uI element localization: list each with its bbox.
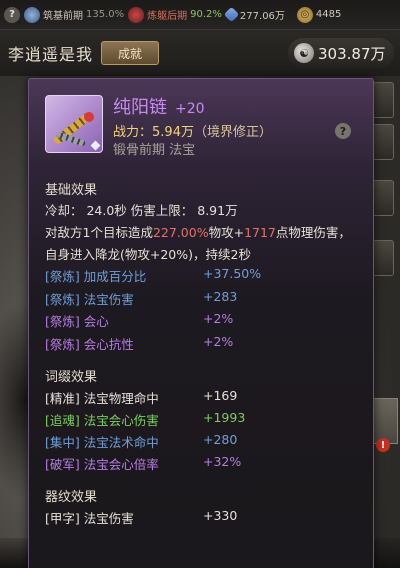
desc-number: 1717 (244, 225, 276, 240)
affix-value: +169 (203, 388, 238, 403)
stone-resource[interactable]: 277.06万 (223, 6, 285, 23)
affix-tag: [破军] 法宝会心倍率 (45, 457, 159, 472)
stone-count: 277.06万 (239, 11, 285, 22)
realm2-percent: 90.2% (190, 9, 222, 20)
realm1-resource[interactable]: 筑基前期 135.0% (24, 6, 125, 23)
refine-value: +283 (203, 289, 238, 304)
desc-part: 物攻+ (208, 225, 245, 240)
pattern-effects-title: 器纹效果 (45, 490, 98, 505)
item-power: 战力：5.94万（境界修正） (113, 121, 272, 140)
help-icon[interactable]: ? (335, 123, 351, 139)
pattern-row: [甲字] 法宝伤害 +330 (45, 508, 357, 528)
resource-bar: ? 筑基前期 135.0% 炼躯后期 90.2% 277.06万 ◎ 4485 (0, 0, 400, 30)
refine-value: +2% (203, 311, 234, 326)
item-chain-icon (45, 95, 103, 153)
item-name: 纯阳链 (113, 97, 167, 118)
refine-tag: [祭炼] 会心抗性 (45, 337, 134, 352)
desc-part: 点物理伤害， (275, 225, 351, 240)
affix-row: [集中] 法宝法术命中 +280 (45, 432, 357, 452)
help-icon[interactable]: ? (4, 6, 20, 23)
body-icon (128, 6, 145, 23)
affix-row: [精准] 法宝物理命中 +169 (45, 388, 357, 408)
item-title: 纯阳链 +20 (113, 93, 205, 119)
yin-yang-icon: ☯ (294, 43, 314, 63)
item-tooltip: 纯阳链 +20 战力：5.94万（境界修正） 锻骨前期 法宝 ? 基础效果 冷却… (28, 78, 374, 568)
achievement-button[interactable]: 成就 (101, 41, 160, 65)
basic-effects-title: 基础效果 (45, 183, 98, 198)
refine-tag: [祭炼] 加成百分比 (45, 269, 147, 284)
affix-value: +1993 (203, 410, 246, 425)
realm2-resource[interactable]: 炼躯后期 90.2% (128, 6, 222, 23)
affix-value: +280 (203, 432, 238, 447)
refine-row: [祭炼] 会心抗性 +2% (45, 334, 357, 354)
coin-resource[interactable]: ◎ 4485 (296, 6, 342, 23)
player-header: 李逍遥是我 成就 ☯ 303.87万 (0, 30, 400, 76)
affix-value: +32% (203, 454, 242, 469)
affix-tag: [集中] 法宝法术命中 (45, 435, 159, 450)
refine-tag: [祭炼] 会心 (45, 314, 109, 329)
orb-icon (24, 6, 40, 23)
refine-row: [祭炼] 加成百分比 +37.50% (45, 266, 357, 286)
item-power-note: （境界修正） (193, 125, 272, 140)
affix-tag: [追魂] 法宝会心伤害 (45, 413, 159, 428)
total-power: ☯ 303.87万 (288, 38, 394, 68)
refine-value: +2% (203, 334, 234, 349)
cooldown-line: 冷却： 24.0秒 伤害上限： 8.91万 (45, 203, 238, 218)
quality-diamond-icon (90, 140, 101, 151)
item-power-value: 5.94万 (152, 125, 194, 140)
refine-row: [祭炼] 法宝伤害 +283 (45, 289, 357, 309)
help-resource[interactable]: ? (4, 6, 20, 23)
pattern-value: +330 (203, 508, 238, 523)
refine-tag: [祭炼] 法宝伤害 (45, 292, 134, 307)
realm1-percent: 135.0% (86, 9, 125, 20)
player-name: 李逍遥是我 (8, 45, 94, 64)
affix-row: [破军] 法宝会心倍率 +32% (45, 454, 357, 474)
effect-description: 对敌方1个目标造成227.00%物攻+1717点物理伤害， (45, 222, 351, 241)
realm2-label: 炼躯后期 (147, 11, 188, 22)
item-type: 锻骨前期 法宝 (113, 143, 196, 158)
coin-icon: ◎ (296, 6, 313, 23)
realm1-label: 筑基前期 (43, 11, 83, 22)
affix-row: [追魂] 法宝会心伤害 +1993 (45, 410, 357, 430)
desc-part: 对敌方1个目标造成 (45, 225, 153, 240)
refine-value: +37.50% (203, 266, 262, 281)
notification-badge: ! (376, 438, 390, 452)
desc-percent: 227.00% (152, 225, 209, 240)
refine-row: [祭炼] 会心 +2% (45, 311, 357, 331)
affix-tag: [精准] 法宝物理命中 (45, 391, 159, 406)
item-enhance-level: +20 (175, 101, 205, 117)
gem-part (84, 112, 94, 122)
spirit-stone-icon (223, 6, 240, 23)
total-power-value: 303.87万 (318, 44, 386, 63)
affix-effects-title: 词缀效果 (45, 370, 98, 385)
effect-description-2: 自身进入降龙(物攻+20%)，持续2秒 (45, 247, 251, 262)
item-power-label: 战力： (113, 125, 153, 140)
coin-count: 4485 (315, 9, 342, 20)
pattern-tag: [甲字] 法宝伤害 (45, 511, 134, 526)
